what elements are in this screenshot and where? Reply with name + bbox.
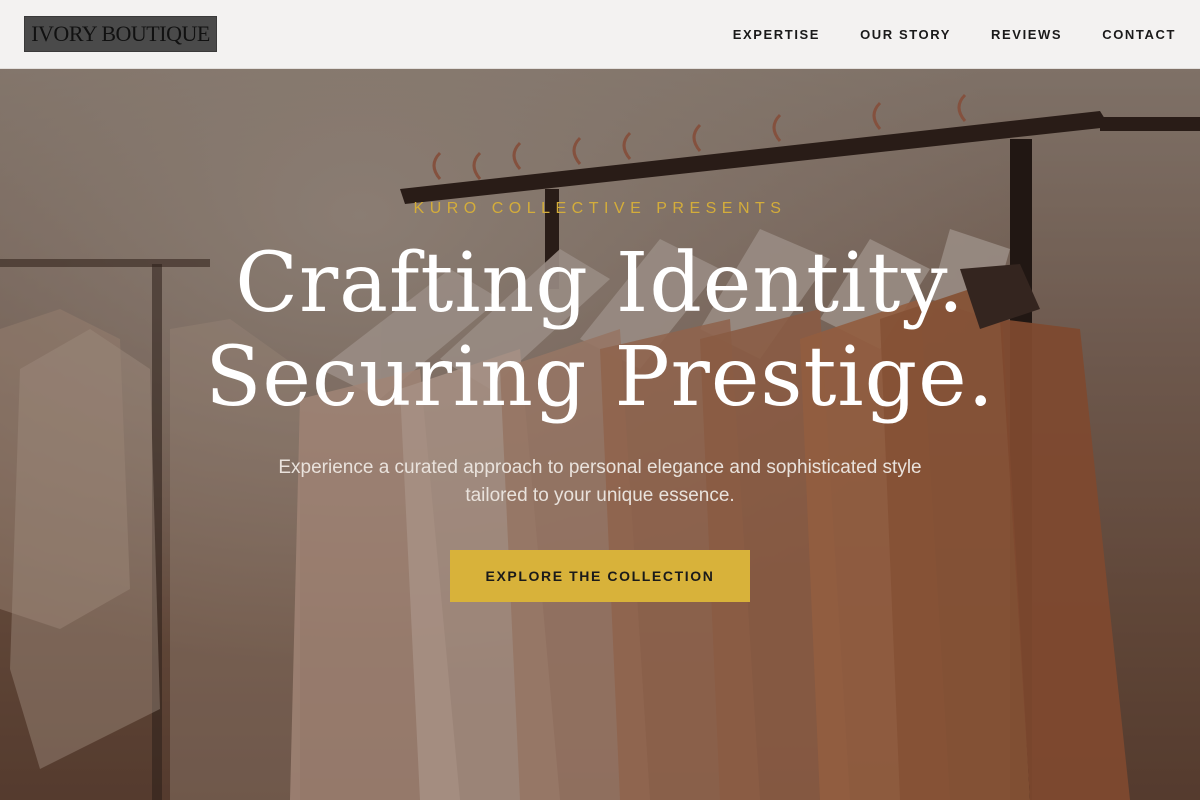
hero-content: KURO COLLECTIVE PRESENTS Crafting Identi…	[0, 69, 1200, 800]
main-nav: EXPERTISE OUR STORY REVIEWS CONTACT	[733, 27, 1176, 42]
nav-link-expertise[interactable]: EXPERTISE	[733, 27, 820, 42]
explore-collection-button[interactable]: EXPLORE THE COLLECTION	[450, 550, 750, 602]
hero-headline-line-1: Crafting Identity.	[235, 236, 965, 331]
hero-section: KURO COLLECTIVE PRESENTS Crafting Identi…	[0, 69, 1200, 800]
brand-logo[interactable]: IVORY BOUTIQUE	[24, 16, 217, 52]
hero-eyebrow: KURO COLLECTIVE PRESENTS	[413, 200, 787, 217]
nav-link-contact[interactable]: CONTACT	[1102, 27, 1176, 42]
hero-headline: Crafting Identity. Securing Prestige.	[0, 237, 1200, 425]
nav-link-our-story[interactable]: OUR STORY	[860, 27, 951, 42]
site-header: IVORY BOUTIQUE EXPERTISE OUR STORY REVIE…	[0, 0, 1200, 69]
hero-subtitle: Experience a curated approach to persona…	[278, 457, 922, 506]
hero-headline-line-2: Securing Prestige.	[205, 330, 995, 425]
nav-link-reviews[interactable]: REVIEWS	[991, 27, 1062, 42]
